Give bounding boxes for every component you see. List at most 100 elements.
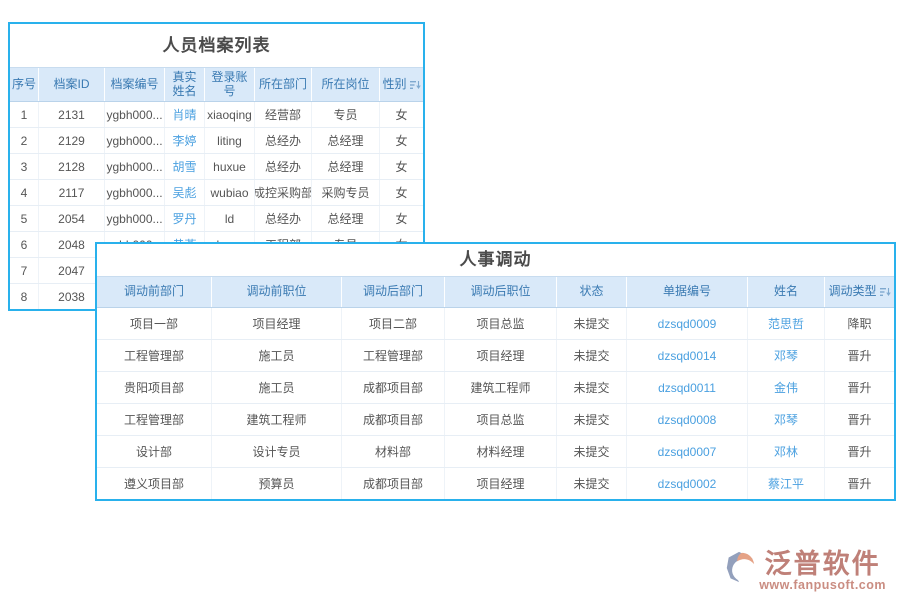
cell-link[interactable]: dzsqd0002 — [627, 468, 748, 499]
cell: 总经理 — [312, 154, 380, 179]
column-header-6[interactable]: 单据编号 — [627, 277, 748, 307]
cell-link[interactable]: dzsqd0007 — [627, 436, 748, 467]
transfer-table-body: 项目一部项目经理项目二部项目总监未提交dzsqd0009范思哲降职工程管理部施工… — [97, 308, 894, 499]
cell: 5 — [10, 206, 39, 231]
column-header-label: 调动前职位 — [246, 285, 306, 299]
cell: 2 — [10, 128, 39, 153]
cell: 未提交 — [557, 468, 627, 499]
column-header-7[interactable]: 姓名 — [748, 277, 825, 307]
column-header-8[interactable]: 性别 — [380, 68, 423, 101]
cell: 成控采购部 — [255, 180, 312, 205]
cell: 总经理 — [312, 206, 380, 231]
cell-link[interactable]: 罗丹 — [165, 206, 205, 231]
cell: 工程管理部 — [97, 340, 212, 371]
cell: ygbh000... — [105, 154, 165, 179]
cell-link[interactable]: dzsqd0011 — [627, 372, 748, 403]
column-header-label: 所在岗位 — [321, 78, 369, 92]
cell: 设计专员 — [212, 436, 342, 467]
cell-link[interactable]: 邓琴 — [748, 340, 825, 371]
sort-icon[interactable] — [410, 80, 421, 90]
column-header-8[interactable]: 调动类型 — [825, 277, 894, 307]
cell: 2054 — [39, 206, 105, 231]
cell: 未提交 — [557, 308, 627, 339]
transfer-table-header-row: 调动前部门 调动前职位 调动后部门 调动后职位 状态单据编号 姓名 调动类型 — [97, 276, 894, 308]
column-header-1[interactable]: 序号 — [10, 68, 39, 101]
sort-icon[interactable] — [880, 287, 891, 297]
cell-link[interactable]: 肖晴 — [165, 102, 205, 127]
cell-link[interactable]: 邓琴 — [748, 404, 825, 435]
cell: ygbh000... — [105, 206, 165, 231]
cell: 材料经理 — [445, 436, 557, 467]
cell: 成都项目部 — [342, 372, 445, 403]
cell: 工程管理部 — [97, 404, 212, 435]
cell: 晋升 — [825, 340, 894, 371]
cell: 未提交 — [557, 372, 627, 403]
column-header-label: 所在部门 — [259, 78, 307, 92]
column-header-3[interactable]: 档案编号 — [105, 68, 165, 101]
cell: 建筑工程师 — [212, 404, 342, 435]
fanpu-logo: 泛普软件 www.fanpusoft.com — [723, 549, 886, 592]
cell-link[interactable]: dzsqd0014 — [627, 340, 748, 371]
table-row: 22129ygbh000...李婷liting总经办总经理女 — [10, 127, 423, 153]
cell: 施工员 — [212, 372, 342, 403]
cell: 6 — [10, 232, 39, 257]
cell: 总经办 — [255, 206, 312, 231]
cell: 2128 — [39, 154, 105, 179]
column-header-label: 真实姓名 — [167, 71, 202, 99]
table-row: 贵阳项目部施工员成都项目部建筑工程师未提交dzsqd0011金伟晋升 — [97, 371, 894, 403]
column-header-1[interactable]: 调动前部门 — [97, 277, 212, 307]
cell: 7 — [10, 258, 39, 283]
column-header-4[interactable]: 调动后职位 — [445, 277, 557, 307]
cell-link[interactable]: 李婷 — [165, 128, 205, 153]
cell: 女 — [380, 206, 423, 231]
cell-link[interactable]: dzsqd0009 — [627, 308, 748, 339]
cell: 晋升 — [825, 404, 894, 435]
column-header-5[interactable]: 登录账号 — [205, 68, 255, 101]
cell: xiaoqing — [205, 102, 255, 127]
table-row: 设计部设计专员材料部材料经理未提交dzsqd0007邓林晋升 — [97, 435, 894, 467]
transfer-table-title: 人事调动 — [97, 244, 894, 276]
cell: 3 — [10, 154, 39, 179]
cell: 女 — [380, 154, 423, 179]
column-header-4[interactable]: 真实姓名 — [165, 68, 205, 101]
column-header-5[interactable]: 状态 — [557, 277, 627, 307]
cell: 总经办 — [255, 128, 312, 153]
archive-table-title: 人员档案列表 — [10, 24, 423, 67]
table-row: 52054ygbh000...罗丹ld总经办总经理女 — [10, 205, 423, 231]
personnel-transfer-table-window: 人事调动 调动前部门 调动前职位 调动后部门 调动后职位 状态单据编号 姓名 调动类型 项目… — [95, 242, 896, 501]
cell: liting — [205, 128, 255, 153]
cell-link[interactable]: 金伟 — [748, 372, 825, 403]
column-header-2[interactable]: 调动前职位 — [212, 277, 342, 307]
cell: 项目总监 — [445, 308, 557, 339]
cell-link[interactable]: 蔡江平 — [748, 468, 825, 499]
cell: 女 — [380, 128, 423, 153]
column-header-label: 姓名 — [774, 285, 798, 299]
column-header-7[interactable]: 所在岗位 — [312, 68, 380, 101]
cell-link[interactable]: 胡雪 — [165, 154, 205, 179]
column-header-label: 序号 — [12, 78, 36, 92]
cell: 晋升 — [825, 436, 894, 467]
archive-table-header-row: 序号档案ID档案编号真实姓名登录账号所在部门所在岗位性别 — [10, 67, 423, 102]
cell: 工程管理部 — [342, 340, 445, 371]
cell: 专员 — [312, 102, 380, 127]
cell: 女 — [380, 102, 423, 127]
fanpu-website: www.fanpusoft.com — [759, 579, 886, 592]
cell: 项目经理 — [212, 308, 342, 339]
table-row: 工程管理部建筑工程师成都项目部项目总监未提交dzsqd0008邓琴晋升 — [97, 403, 894, 435]
cell-link[interactable]: 邓林 — [748, 436, 825, 467]
cell: 4 — [10, 180, 39, 205]
cell-link[interactable]: dzsqd0008 — [627, 404, 748, 435]
column-header-3[interactable]: 调动后部门 — [342, 277, 445, 307]
cell: 预算员 — [212, 468, 342, 499]
cell: 晋升 — [825, 372, 894, 403]
cell: 设计部 — [97, 436, 212, 467]
page: 人员档案列表 序号档案ID档案编号真实姓名登录账号所在部门所在岗位性别 1213… — [0, 0, 900, 600]
cell: 成都项目部 — [342, 404, 445, 435]
cell: ygbh000... — [105, 180, 165, 205]
cell: ygbh000... — [105, 128, 165, 153]
cell-link[interactable]: 吴彪 — [165, 180, 205, 205]
column-header-6[interactable]: 所在部门 — [255, 68, 312, 101]
cell-link[interactable]: 范思哲 — [748, 308, 825, 339]
column-header-2[interactable]: 档案ID — [39, 68, 105, 101]
column-header-label: 调动后职位 — [470, 285, 530, 299]
